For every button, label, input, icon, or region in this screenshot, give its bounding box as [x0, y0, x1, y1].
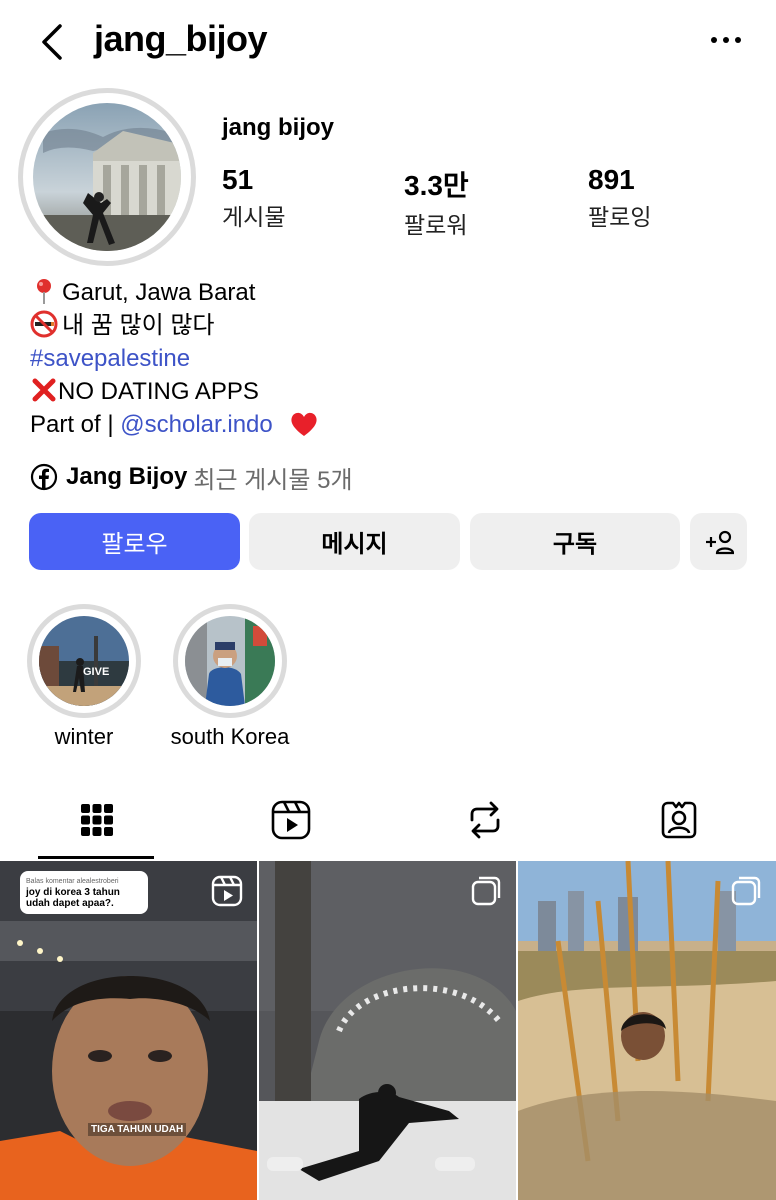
highlight-ring [173, 604, 287, 718]
stat-label: 게시물 [222, 204, 286, 230]
active-tab-indicator [38, 856, 154, 859]
post-thumbnail[interactable] [259, 861, 516, 1200]
carousel-icon [471, 876, 501, 906]
highlight-label: winter [54, 724, 114, 749]
facebook-icon [30, 463, 58, 491]
pin-icon [37, 279, 51, 304]
mention-link[interactable]: @scholar.indo [120, 411, 272, 438]
post-thumbnail[interactable]: Balas komentar alealestroberi joy di kor… [0, 861, 257, 1200]
cross-mark-icon [32, 378, 56, 402]
reels-icon [211, 875, 243, 907]
posts-grid: Balas komentar alealestroberi joy di kor… [0, 861, 776, 1200]
subscribe-button[interactable]: 구독 [470, 513, 680, 570]
tagged-icon [661, 801, 697, 839]
video-caption: TIGA TAHUN UDAH [88, 1123, 187, 1136]
facebook-recent-posts: 최근 게시물 5개 [193, 466, 353, 494]
display-name: jang bijoy [222, 114, 335, 141]
stat-following[interactable]: 891 팔로잉 [588, 164, 651, 232]
grid-icon [81, 804, 113, 836]
facebook-link[interactable]: Jang Bijoy 최근 게시물 5개 [30, 460, 353, 494]
bio-location: Garut, Jawa Barat [62, 279, 256, 306]
highlight-thumbnail: GIVE [39, 616, 129, 706]
profile-avatar[interactable] [18, 88, 196, 266]
tab-reels[interactable] [194, 780, 388, 860]
stat-posts[interactable]: 51 게시물 [222, 164, 285, 232]
highlight-overlay-text: GIVE [83, 666, 110, 678]
bio-korean-line: 내 꿈 많이 많다 [62, 312, 215, 339]
no-smoking-icon [30, 310, 58, 338]
avatar [33, 103, 181, 251]
tab-reposts[interactable] [388, 780, 582, 860]
stat-label: 팔로잉 [588, 204, 652, 230]
heart-icon [291, 412, 317, 436]
carousel-icon [731, 876, 761, 906]
bio-no-dating: NO DATING APPS [58, 378, 259, 405]
add-person-icon [705, 530, 734, 554]
reply-comment-bubble: Balas komentar alealestroberi joy di kor… [20, 871, 148, 914]
comment-header: Balas komentar alealestroberi [26, 878, 119, 885]
suggested-accounts-button[interactable] [690, 513, 747, 570]
tab-tagged[interactable] [582, 780, 776, 860]
chevron-left-icon[interactable] [36, 22, 68, 62]
hashtag-link[interactable]: #savepalestine [30, 345, 190, 372]
stat-followers[interactable]: 3.3만 팔로워 [404, 164, 469, 240]
ellipsis-icon[interactable] [706, 28, 746, 52]
reels-icon [271, 800, 311, 840]
facebook-name: Jang Bijoy [66, 463, 188, 490]
page-title: jang_bijoy [94, 18, 268, 59]
message-button[interactable]: 메시지 [249, 513, 460, 570]
tab-posts[interactable] [0, 780, 194, 860]
bio-part-of: Part of | [30, 411, 121, 438]
highlight-ring: GIVE [27, 604, 141, 718]
stat-value: 3.3만 [404, 170, 469, 201]
follow-button[interactable]: 팔로우 [29, 513, 240, 570]
highlight-thumbnail [185, 616, 275, 706]
highlight-winter[interactable]: GIVE winter [24, 604, 144, 750]
repost-icon [470, 801, 500, 839]
profile-tabs [0, 780, 776, 860]
highlight-south-korea[interactable]: south Korea [170, 604, 290, 750]
profile-header: jang_bijoy [0, 0, 776, 84]
highlight-label: south Korea [170, 724, 290, 749]
stat-label: 팔로워 [404, 212, 468, 238]
stat-value: 891 [588, 164, 635, 195]
bio: Garut, Jawa Barat 내 꿈 많이 많다 #savepalesti… [30, 276, 319, 441]
post-thumbnail[interactable] [518, 861, 776, 1200]
stat-value: 51 [222, 164, 254, 195]
comment-text: joy di korea 3 tahun udah dapet apaa?. [26, 887, 120, 909]
